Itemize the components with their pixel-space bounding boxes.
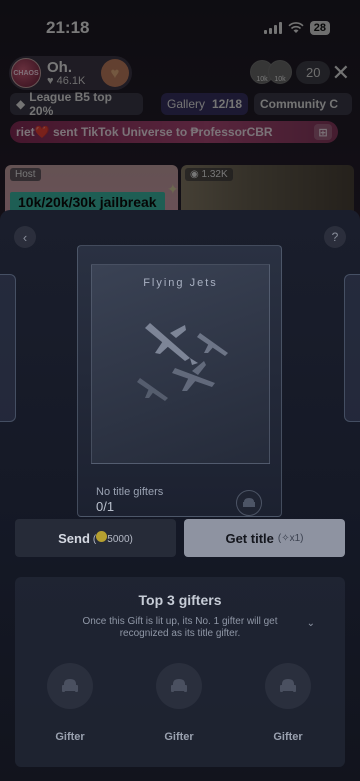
seat-icon: [47, 663, 93, 709]
get-title-multiplier: x1: [289, 532, 301, 544]
next-gift-card[interactable]: [344, 274, 360, 422]
send-button[interactable]: Send (5000): [15, 519, 176, 557]
gifters-label: No title gifters: [96, 486, 164, 498]
gifter-slot[interactable]: Gifter: [40, 663, 100, 743]
title-badge-icon: [236, 490, 262, 516]
seat-icon: [265, 663, 311, 709]
gifter-slot[interactable]: Gifter: [258, 663, 318, 743]
get-title-multiplier-group: (✧x1): [277, 532, 304, 544]
previous-gift-card[interactable]: [0, 274, 16, 422]
gifter-slot-label: Gifter: [164, 731, 194, 743]
gifter-slot-label: Gifter: [55, 731, 85, 743]
gem-icon: ✧: [281, 532, 290, 544]
top-gifters-section: Top 3 gifters Once this Gift is lit up, …: [15, 577, 345, 767]
top3-description: Once this Gift is lit up, its No. 1 gift…: [82, 616, 278, 639]
get-title-button[interactable]: Get title (✧x1): [184, 519, 345, 557]
gift-name: Flying Jets: [143, 277, 218, 289]
gifters-count: 0/1: [96, 499, 115, 514]
coin-icon: [96, 531, 108, 542]
send-price: 5000: [107, 534, 130, 545]
gift-card: Flying Jets No title gifters 0/1: [77, 245, 282, 517]
back-arrow-icon[interactable]: ‹: [14, 226, 36, 248]
seat-icon: [156, 663, 202, 709]
help-icon[interactable]: ?: [324, 226, 346, 248]
chevron-down-icon[interactable]: ⌄: [307, 618, 315, 629]
top3-title: Top 3 gifters: [138, 592, 222, 608]
gifter-slot-label: Gifter: [273, 731, 303, 743]
send-price-group: (5000): [93, 531, 133, 545]
gifter-slot[interactable]: Gifter: [149, 663, 209, 743]
gift-detail-panel: ‹ ? Flying Jets No title gifters 0/1 Sen…: [0, 210, 360, 781]
send-label: Send: [58, 530, 90, 546]
flying-jets-icon: [137, 323, 228, 401]
get-title-label: Get title: [225, 530, 274, 546]
gift-preview: Flying Jets: [91, 264, 270, 464]
